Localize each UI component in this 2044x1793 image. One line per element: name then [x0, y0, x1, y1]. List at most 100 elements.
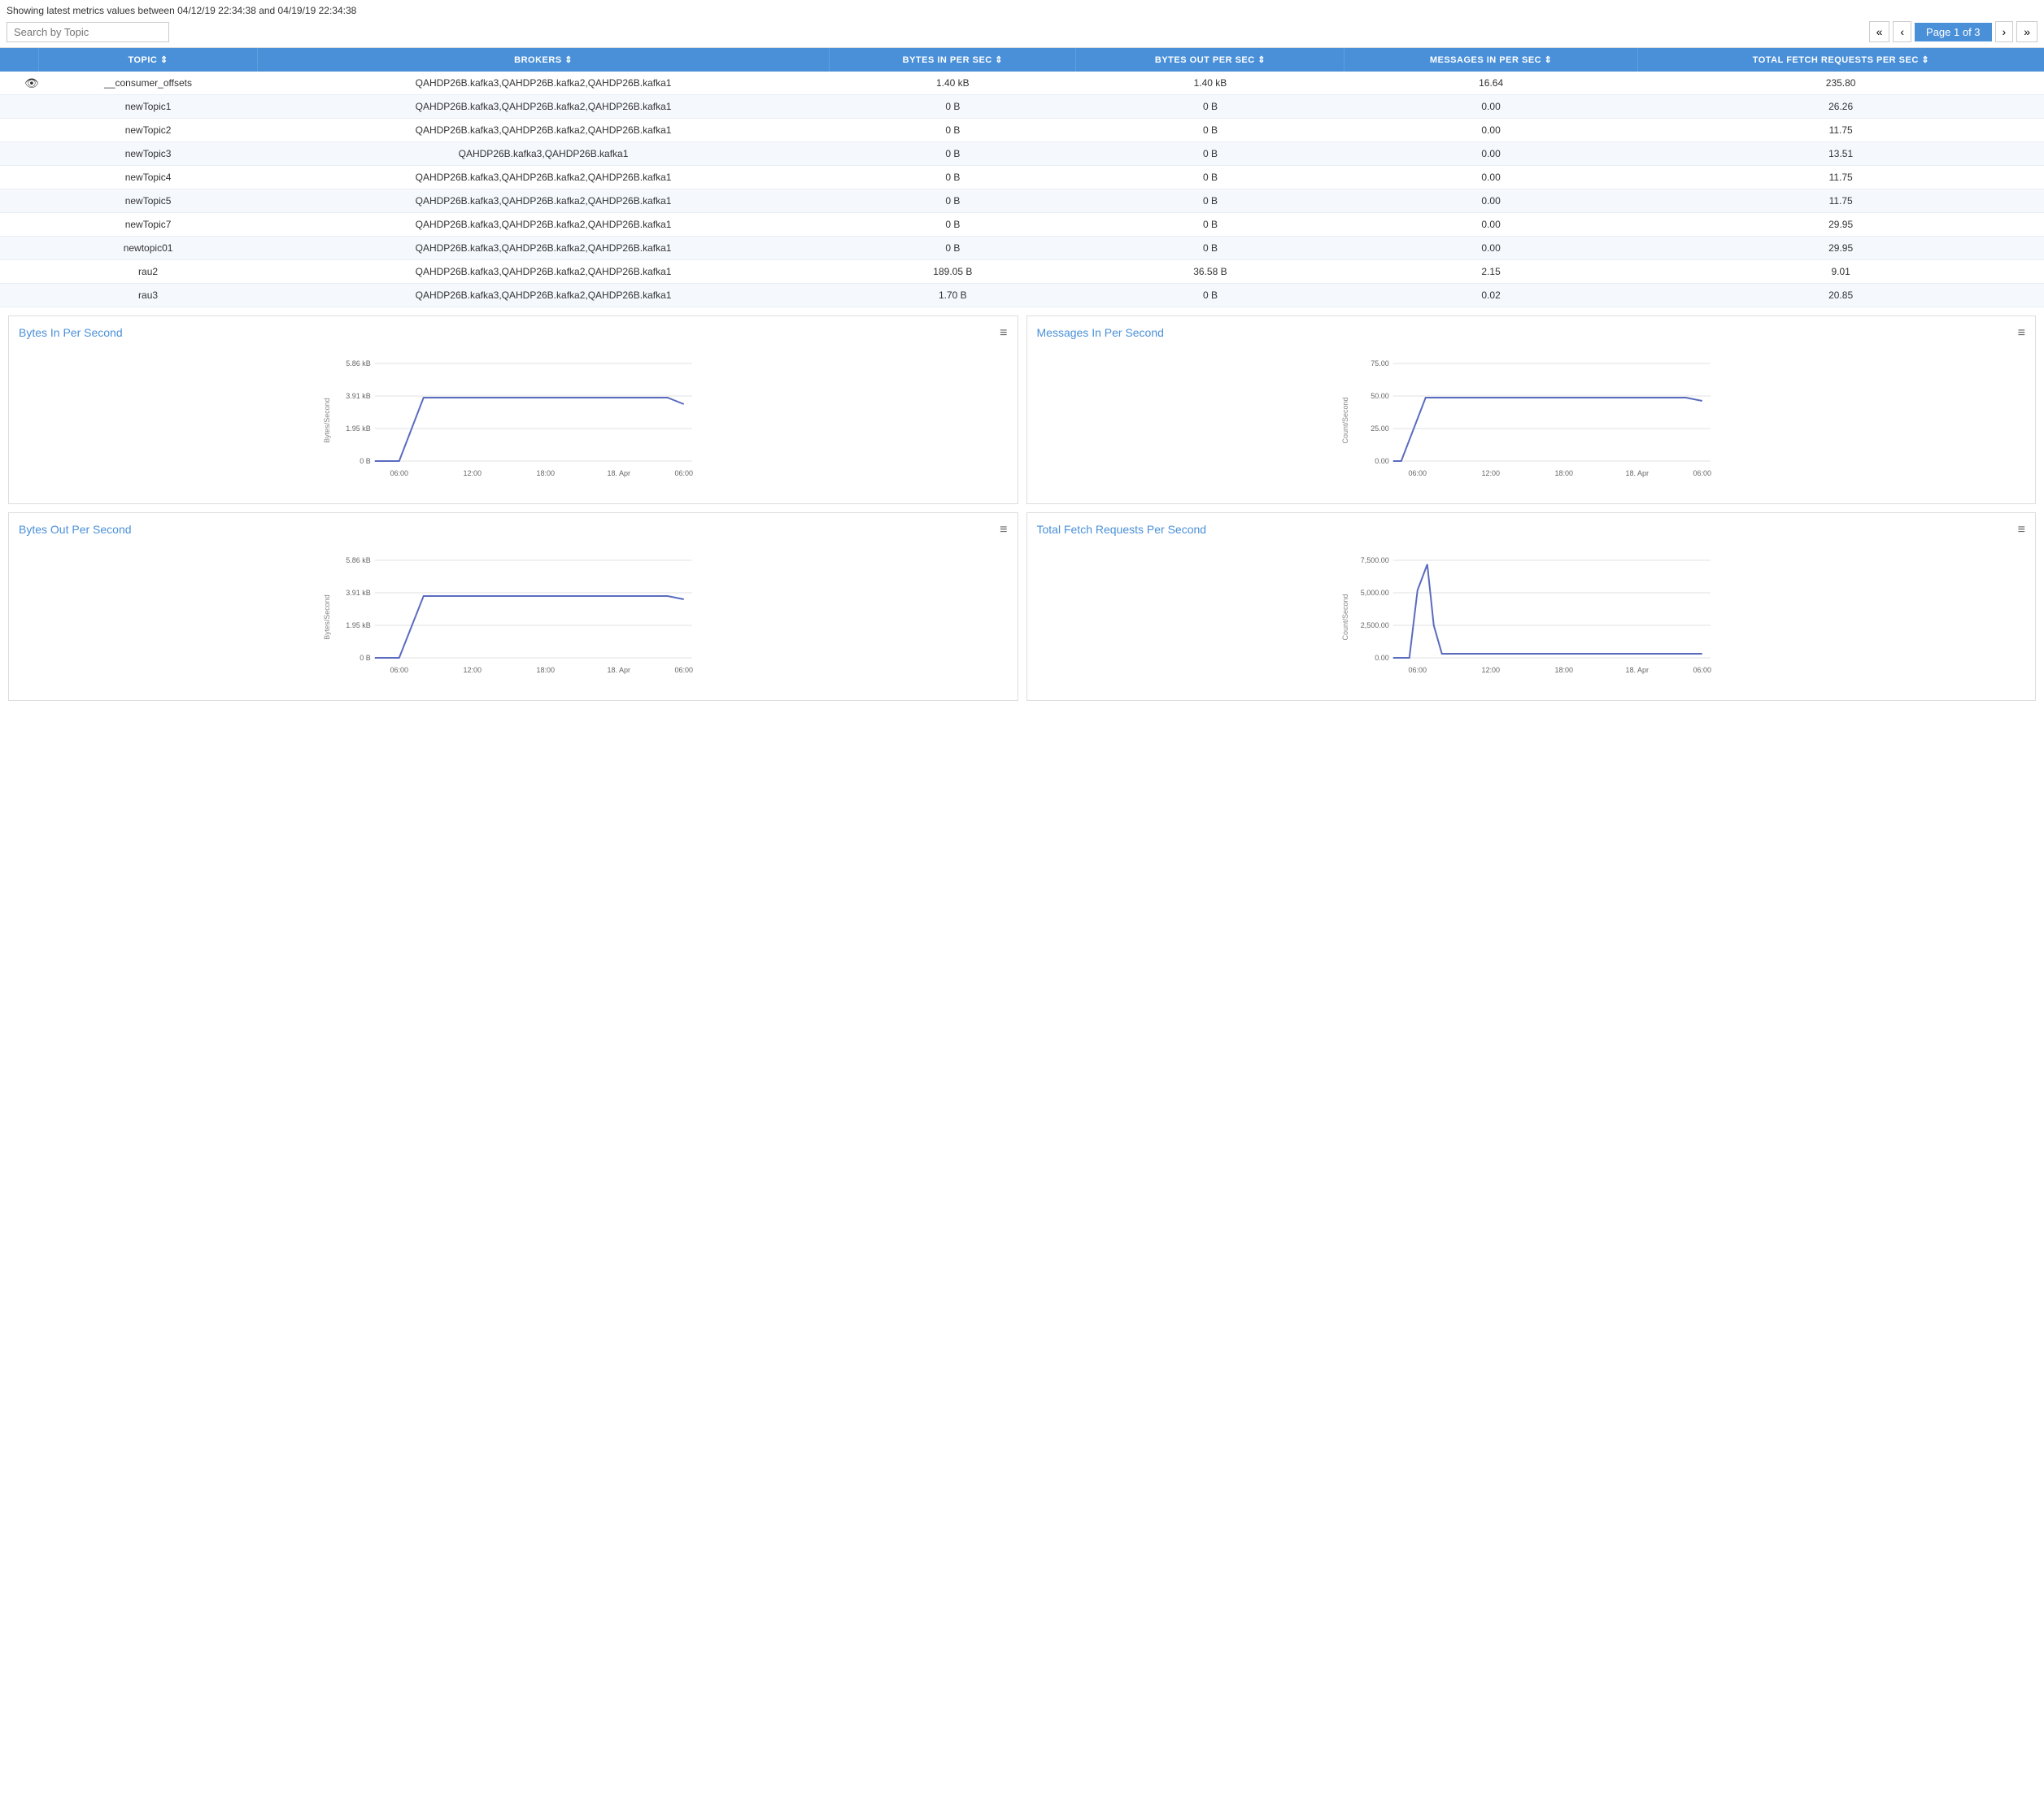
total-fetch-chart-panel: Total Fetch Requests Per Second ≡ Count/… [1026, 512, 2037, 701]
col-topic[interactable]: TOPIC ⇕ [39, 48, 258, 72]
messages-in-chart-title: Messages In Per Second [1037, 326, 2026, 339]
svg-text:18:00: 18:00 [536, 666, 555, 674]
eye-icon-cell [0, 189, 39, 213]
bytes-in-svg: Bytes/Second 5.86 kB 3.91 kB 1.95 kB 0 B… [19, 347, 1008, 494]
brokers-cell: QAHDP26B.kafka3,QAHDP26B.kafka2,QAHDP26B… [257, 189, 829, 213]
total-fetch-menu-icon[interactable]: ≡ [2018, 523, 2025, 537]
svg-text:18:00: 18:00 [1554, 469, 1573, 477]
bytes-out-cell: 0 B [1076, 213, 1345, 237]
svg-text:18. Apr: 18. Apr [1625, 469, 1649, 477]
total-fetch-chart-area: Count/Second 7,500.00 5,000.00 2,500.00 … [1037, 544, 2026, 690]
svg-text:18:00: 18:00 [536, 469, 555, 477]
svg-text:Bytes/Second: Bytes/Second [323, 594, 331, 640]
brokers-cell: QAHDP26B.kafka3,QAHDP26B.kafka2,QAHDP26B… [257, 213, 829, 237]
eye-icon[interactable]: 👁 [24, 76, 39, 89]
bytes-out-cell: 1.40 kB [1076, 72, 1345, 95]
search-input[interactable] [7, 22, 169, 42]
eye-icon-cell [0, 95, 39, 119]
messages-in-cell: 0.00 [1345, 119, 1637, 142]
svg-text:12:00: 12:00 [463, 469, 482, 477]
bytes-in-cell: 1.70 B [830, 284, 1076, 307]
total-fetch-cell: 11.75 [1637, 189, 2044, 213]
topic-cell: newTopic2 [39, 119, 258, 142]
table-row: newtopic01QAHDP26B.kafka3,QAHDP26B.kafka… [0, 237, 2044, 260]
bytes-in-menu-icon[interactable]: ≡ [1000, 326, 1007, 341]
bytes-out-cell: 0 B [1076, 189, 1345, 213]
messages-in-cell: 0.00 [1345, 213, 1637, 237]
messages-in-cell: 0.00 [1345, 166, 1637, 189]
topic-cell: __consumer_offsets [39, 72, 258, 95]
bytes-in-cell: 0 B [830, 119, 1076, 142]
table-row: newTopic1QAHDP26B.kafka3,QAHDP26B.kafka2… [0, 95, 2044, 119]
col-bytes-in[interactable]: BYTES IN PER SEC ⇕ [830, 48, 1076, 72]
svg-text:06:00: 06:00 [1693, 469, 1711, 477]
messages-in-chart-panel: Messages In Per Second ≡ Count/Second 75… [1026, 316, 2037, 504]
page-info: Page 1 of 3 [1915, 23, 1992, 41]
eye-icon-cell [0, 284, 39, 307]
total-fetch-cell: 29.95 [1637, 237, 2044, 260]
brokers-cell: QAHDP26B.kafka3,QAHDP26B.kafka2,QAHDP26B… [257, 72, 829, 95]
topic-cell: newTopic4 [39, 166, 258, 189]
topic-cell: newTopic5 [39, 189, 258, 213]
svg-text:2,500.00: 2,500.00 [1360, 621, 1388, 629]
svg-text:12:00: 12:00 [1481, 469, 1500, 477]
total-fetch-svg: Count/Second 7,500.00 5,000.00 2,500.00 … [1037, 544, 2026, 690]
eye-icon-cell [0, 119, 39, 142]
next-page-button[interactable]: › [1995, 21, 2014, 42]
svg-text:12:00: 12:00 [1481, 666, 1500, 674]
messages-in-cell: 16.64 [1345, 72, 1637, 95]
svg-text:0.00: 0.00 [1375, 457, 1389, 465]
bytes-out-menu-icon[interactable]: ≡ [1000, 523, 1007, 537]
bytes-out-chart-panel: Bytes Out Per Second ≡ Bytes/Second 5.86… [8, 512, 1018, 701]
col-bytes-out[interactable]: BYTES OUT PER SEC ⇕ [1076, 48, 1345, 72]
bytes-out-cell: 0 B [1076, 142, 1345, 166]
bytes-out-chart-area: Bytes/Second 5.86 kB 3.91 kB 1.95 kB 0 B… [19, 544, 1008, 690]
messages-in-menu-icon[interactable]: ≡ [2018, 326, 2025, 341]
table-row: newTopic2QAHDP26B.kafka3,QAHDP26B.kafka2… [0, 119, 2044, 142]
messages-in-svg: Count/Second 75.00 50.00 25.00 0.00 06:0… [1037, 347, 2026, 494]
svg-text:Count/Second: Count/Second [1340, 594, 1349, 640]
eye-icon-cell: 👁 [0, 72, 39, 95]
bytes-in-cell: 0 B [830, 142, 1076, 166]
eye-icon-cell [0, 166, 39, 189]
svg-text:1.95 kB: 1.95 kB [346, 424, 371, 433]
col-messages-in[interactable]: MESSAGES IN PER SEC ⇕ [1345, 48, 1637, 72]
brokers-cell: QAHDP26B.kafka3,QAHDP26B.kafka1 [257, 142, 829, 166]
brokers-cell: QAHDP26B.kafka3,QAHDP26B.kafka2,QAHDP26B… [257, 119, 829, 142]
svg-text:50.00: 50.00 [1371, 392, 1389, 400]
svg-text:3.91 kB: 3.91 kB [346, 589, 371, 597]
sort-icon-total-fetch: ⇕ [1921, 55, 1929, 65]
messages-in-cell: 0.00 [1345, 237, 1637, 260]
pagination: « ‹ Page 1 of 3 › » [1869, 21, 2037, 42]
topic-cell: newTopic1 [39, 95, 258, 119]
messages-in-chart-area: Count/Second 75.00 50.00 25.00 0.00 06:0… [1037, 347, 2026, 494]
topic-cell: rau3 [39, 284, 258, 307]
total-fetch-cell: 11.75 [1637, 166, 2044, 189]
svg-text:06:00: 06:00 [390, 666, 408, 674]
bytes-in-chart-panel: Bytes In Per Second ≡ Bytes/Second 5.86 … [8, 316, 1018, 504]
svg-text:0.00: 0.00 [1375, 654, 1389, 662]
bytes-in-cell: 0 B [830, 213, 1076, 237]
messages-in-cell: 0.00 [1345, 95, 1637, 119]
svg-text:1.95 kB: 1.95 kB [346, 621, 371, 629]
table-row: 👁__consumer_offsetsQAHDP26B.kafka3,QAHDP… [0, 72, 2044, 95]
total-fetch-cell: 29.95 [1637, 213, 2044, 237]
table-row: rau3QAHDP26B.kafka3,QAHDP26B.kafka2,QAHD… [0, 284, 2044, 307]
last-page-button[interactable]: » [2016, 21, 2037, 42]
svg-text:12:00: 12:00 [463, 666, 482, 674]
bytes-out-cell: 0 B [1076, 166, 1345, 189]
toolbar: « ‹ Page 1 of 3 › » [7, 21, 2037, 42]
messages-in-cell: 2.15 [1345, 260, 1637, 284]
col-brokers[interactable]: BROKERS ⇕ [257, 48, 829, 72]
bytes-out-chart-title: Bytes Out Per Second [19, 523, 1008, 536]
svg-text:06:00: 06:00 [1408, 666, 1427, 674]
brokers-cell: QAHDP26B.kafka3,QAHDP26B.kafka2,QAHDP26B… [257, 166, 829, 189]
svg-text:06:00: 06:00 [674, 469, 693, 477]
brokers-cell: QAHDP26B.kafka3,QAHDP26B.kafka2,QAHDP26B… [257, 95, 829, 119]
metrics-table: TOPIC ⇕ BROKERS ⇕ BYTES IN PER SEC ⇕ BYT… [0, 48, 2044, 307]
col-total-fetch[interactable]: TOTAL FETCH REQUESTS PER SEC ⇕ [1637, 48, 2044, 72]
messages-in-cell: 0.00 [1345, 189, 1637, 213]
prev-page-button[interactable]: ‹ [1893, 21, 1911, 42]
svg-text:06:00: 06:00 [1693, 666, 1711, 674]
first-page-button[interactable]: « [1869, 21, 1890, 42]
